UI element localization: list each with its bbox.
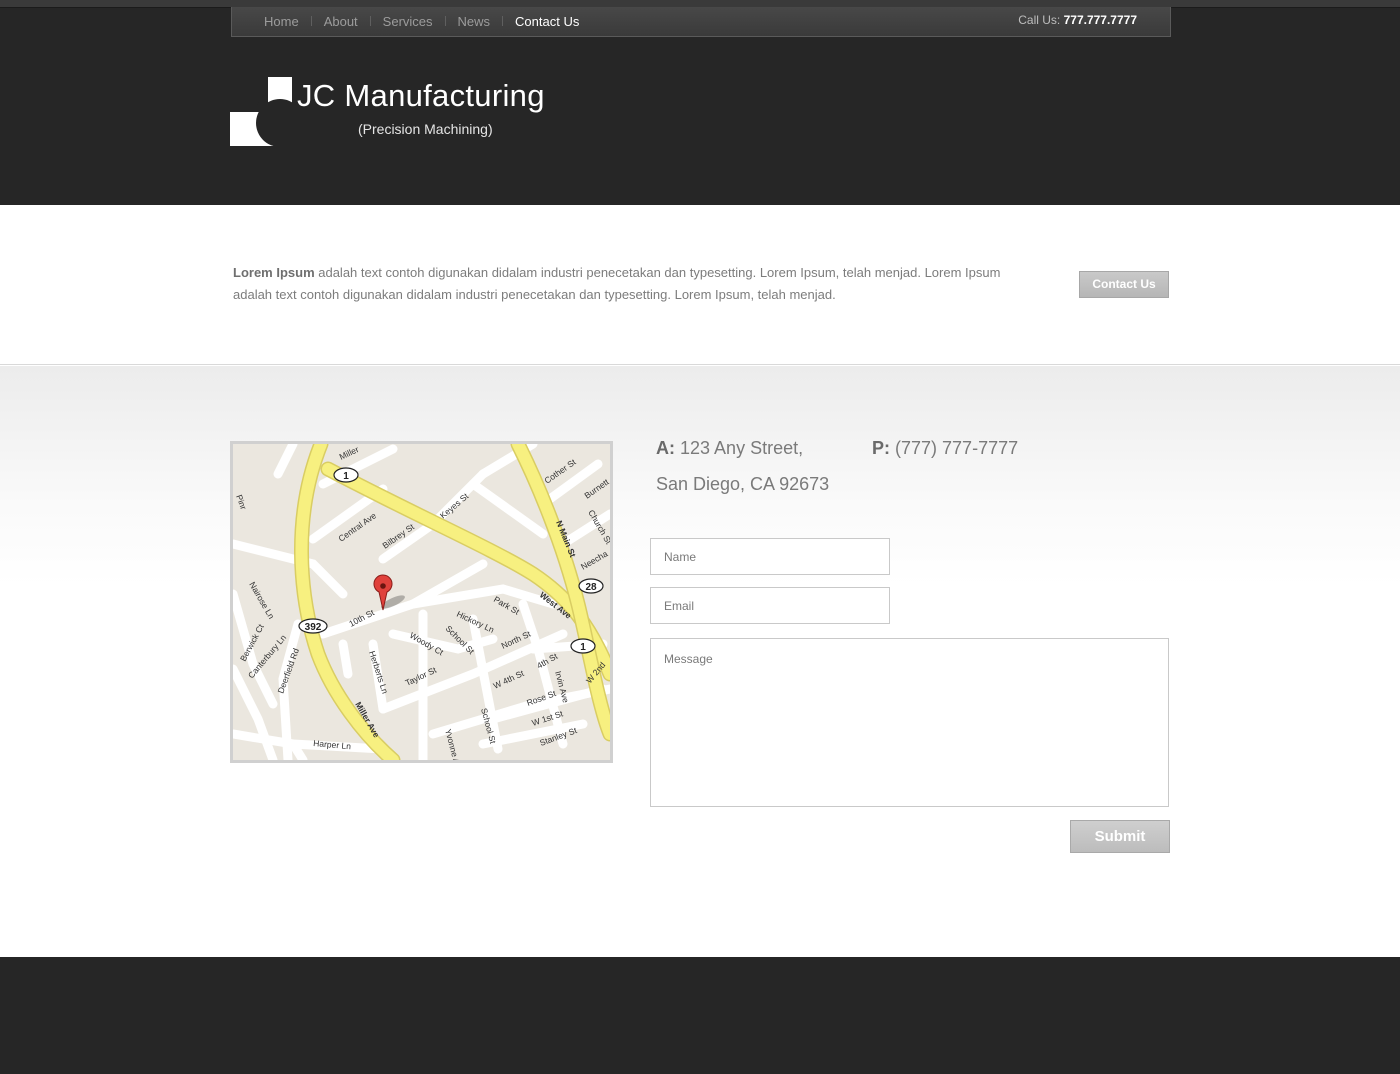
intro-text: Lorem Ipsum adalah text contoh digunakan…: [233, 262, 1023, 306]
logo[interactable]: JC Manufacturing (Precision Machining): [230, 76, 610, 148]
map-shield-1: 1: [343, 471, 349, 482]
logo-title: JC Manufacturing: [297, 78, 545, 113]
message-textarea[interactable]: [650, 638, 1169, 807]
nav-about[interactable]: About: [324, 14, 358, 29]
nav-separator: [369, 16, 371, 26]
nav-bar: Home About Services News Contact Us Call…: [231, 7, 1171, 37]
contact-us-button[interactable]: Contact Us: [1079, 271, 1169, 298]
header: Home About Services News Contact Us Call…: [0, 0, 1400, 205]
nav-services[interactable]: Services: [383, 14, 433, 29]
nav-separator: [310, 16, 312, 26]
submit-button[interactable]: Submit: [1070, 820, 1170, 853]
nav-home[interactable]: Home: [264, 14, 299, 29]
map-shield-28: 28: [585, 582, 597, 593]
location-map[interactable]: 1 392 28 1 Miller Central Ave Bilbrey St…: [230, 441, 613, 763]
intro-bold: Lorem Ipsum: [233, 265, 315, 280]
address-label: A:: [656, 438, 675, 458]
logo-subtitle: (Precision Machining): [358, 121, 493, 137]
nav-separator: [502, 16, 504, 26]
email-input[interactable]: [650, 587, 890, 624]
footer: [0, 957, 1400, 1074]
call-us: Call Us: 777.777.7777: [1018, 13, 1137, 27]
map-shield-1b: 1: [580, 642, 586, 653]
jc-logo-icon: [230, 77, 296, 148]
address-city: San Diego, CA 92673: [656, 474, 830, 494]
call-us-label: Call Us:: [1018, 13, 1061, 27]
intro-body: adalah text contoh digunakan didalam ind…: [233, 265, 1001, 302]
map-shield-392: 392: [305, 622, 322, 633]
name-input[interactable]: [650, 538, 890, 575]
contact-section: 1 392 28 1 Miller Central Ave Bilbrey St…: [0, 366, 1400, 957]
nav-contact-us[interactable]: Contact Us: [515, 14, 579, 29]
address-street: 123 Any Street,: [680, 438, 804, 458]
map-graphic: 1 392 28 1 Miller Central Ave Bilbrey St…: [233, 444, 610, 760]
phone-line: P: (777) 777-7777: [872, 438, 1018, 459]
nav-news[interactable]: News: [458, 14, 491, 29]
address-line-1: A: 123 Any Street,: [656, 438, 803, 459]
phone-label: P:: [872, 438, 890, 458]
main-nav: Home About Services News Contact Us: [264, 7, 579, 35]
call-us-number[interactable]: 777.777.7777: [1064, 13, 1137, 27]
nav-separator: [444, 16, 446, 26]
intro-section: Lorem Ipsum adalah text contoh digunakan…: [0, 205, 1400, 365]
phone-number[interactable]: (777) 777-7777: [895, 438, 1018, 458]
